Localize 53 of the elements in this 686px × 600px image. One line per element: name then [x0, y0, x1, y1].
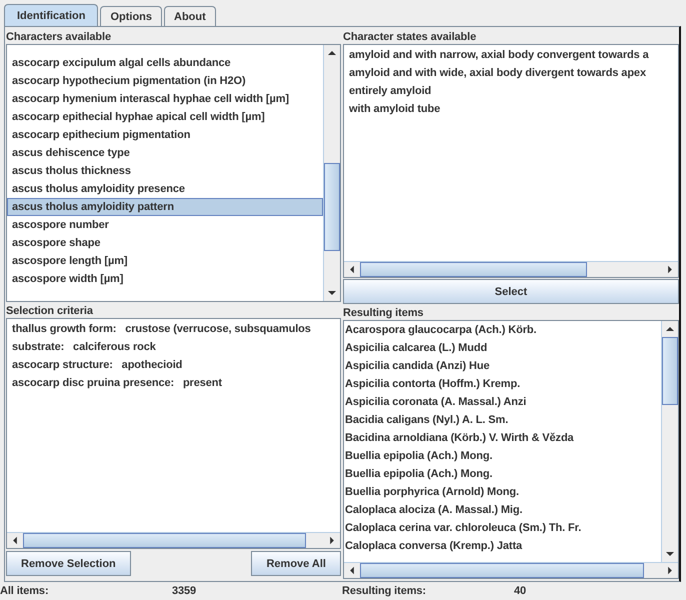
list-item[interactable]: amyloid and with narrow, axial body convergent towards a [344, 46, 678, 64]
section-label: Characters available [5, 30, 112, 44]
action-button[interactable]: Remove Selection [6, 551, 131, 576]
list-item[interactable]: ascocarp structure: apothecioid [7, 356, 340, 374]
list-item[interactable]: ascospore length [µm] [7, 252, 323, 270]
list-item[interactable]: Acarospora glaucocarpa (Ach.) Körb. [344, 321, 661, 339]
list-item[interactable]: ascospore shape [7, 234, 323, 252]
horizontal-scrollbar[interactable] [344, 261, 678, 277]
list-item[interactable]: Buellia epipolia (Ach.) Mong. [344, 447, 661, 465]
horizontal-scrollbar[interactable] [7, 532, 340, 548]
status-label: All items: [0, 584, 50, 599]
list-item[interactable]: thallus growth form: crustose (verrucose, subsquamulos [7, 320, 340, 338]
list-item[interactable]: Caloplaca alociza (A. Massal.) Mig. [344, 501, 661, 519]
list-item[interactable]: with amyloid tube [344, 100, 678, 118]
list-item[interactable]: Bacidina arnoldiana (Körb.) V. Wirth & Vězda [344, 429, 661, 447]
horizontal-scrollbar[interactable] [344, 562, 678, 578]
tab[interactable]: Identification [4, 4, 98, 26]
status-value: 40 [514, 584, 526, 599]
status-label: Resulting items: [342, 584, 427, 599]
list-item[interactable]: substrate: calciferous rock [7, 338, 340, 356]
status-value: 3359 [172, 584, 196, 599]
list-item[interactable]: Aspicilia coronata (A. Massal.) Anzi [344, 393, 661, 411]
list-item[interactable]: ascus tholus amyloidity presence [7, 180, 323, 198]
list-item[interactable]: Caloplaca conversa (Kremp.) Jatta [344, 537, 661, 555]
vertical-scrollbar[interactable] [661, 321, 678, 562]
list-item[interactable]: Aspicilia calcarea (L.) Mudd [344, 339, 661, 357]
list-item[interactable]: ascocarp disc pruina presence: present [7, 374, 340, 392]
list-item[interactable]: ascospore number [7, 216, 323, 234]
list-item[interactable]: ascus tholus thickness [7, 162, 323, 180]
select-button[interactable]: Select [343, 279, 679, 304]
action-button[interactable]: Remove All [251, 551, 341, 576]
list-item[interactable]: amyloid and with wide, axial body divergent towards apex [344, 64, 678, 82]
list-item[interactable]: Bacidia caligans (Nyl.) A. L. Sm. [344, 411, 661, 429]
list-item[interactable]: entirely amyloid [344, 82, 678, 100]
list-item[interactable]: Aspicilia candida (Anzi) Hue [344, 357, 661, 375]
tab[interactable]: About [164, 6, 216, 26]
list-item[interactable]: Aspicilia contorta (Hoffm.) Kremp. [344, 375, 661, 393]
section-label: Selection criteria [5, 304, 94, 318]
list-item[interactable]: Buellia epipolia (Ach.) Mong. [344, 465, 661, 483]
tab[interactable]: Options [100, 6, 162, 26]
list-item[interactable]: ascocarp excipulum algal cells abundance [7, 54, 323, 72]
list-item[interactable]: ascocarp epithecial hyphae apical cell width [µm] [7, 108, 323, 126]
list-item[interactable]: ascocarp epithecium pigmentation [7, 126, 323, 144]
list-item[interactable]: Caloplaca cerina var. chloroleuca (Sm.) Th. Fr. [344, 519, 661, 537]
section-label: Resulting items [342, 306, 424, 320]
list-item[interactable]: ascocarp hymenium interascal hyphae cell width [µm] [7, 90, 323, 108]
section-label: Character states available [342, 30, 478, 44]
list-item[interactable]: ascus dehiscence type [7, 144, 323, 162]
vertical-scrollbar[interactable] [323, 45, 340, 301]
list-item[interactable]: ascocarp hypothecium pigmentation (in H2O) [7, 72, 323, 90]
list-item[interactable]: Buellia porphyrica (Arnold) Mong. [344, 483, 661, 501]
list-item[interactable]: ascospore width [µm] [7, 270, 323, 288]
list-item[interactable]: ascus tholus amyloidity pattern [7, 198, 323, 216]
